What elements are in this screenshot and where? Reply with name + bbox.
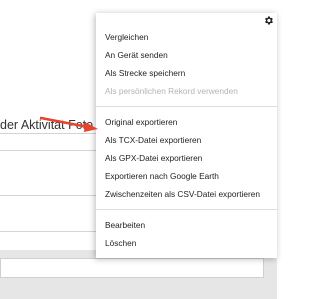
annotation-arrow-icon xyxy=(40,116,98,132)
menu-item-delete[interactable]: Löschen xyxy=(96,234,277,252)
menu-item-export-original[interactable]: Original exportieren xyxy=(96,113,277,131)
menu-item-export-google-earth[interactable]: Exportieren nach Google Earth xyxy=(96,167,277,185)
gear-icon[interactable] xyxy=(263,15,274,26)
comment-input[interactable] xyxy=(0,258,264,278)
divider xyxy=(0,195,96,196)
menu-item-export-tcx[interactable]: Als TCX-Datei exportieren xyxy=(96,131,277,149)
menu-item-edit[interactable]: Bearbeiten xyxy=(96,216,277,234)
menu-group-edit: Bearbeiten Löschen xyxy=(96,216,277,252)
menu-separator xyxy=(96,209,277,210)
menu-separator xyxy=(96,106,277,107)
menu-item-send-to-device[interactable]: An Gerät senden xyxy=(96,46,277,64)
menu-group-actions: Vergleichen An Gerät senden Als Strecke … xyxy=(96,28,277,100)
menu-item-export-splits-csv[interactable]: Zwischenzeiten als CSV-Datei exportieren xyxy=(96,185,277,203)
divider xyxy=(0,150,96,151)
menu-item-use-as-personal-record: Als persönlichen Rekord verwenden xyxy=(105,86,238,96)
activity-actions-menu: Vergleichen An Gerät senden Als Strecke … xyxy=(96,13,277,258)
menu-group-export: Original exportieren Als TCX-Datei expor… xyxy=(96,113,277,203)
menu-item-export-gpx[interactable]: Als GPX-Datei exportieren xyxy=(96,149,277,167)
menu-item-compare[interactable]: Vergleichen xyxy=(96,28,277,46)
menu-item-save-as-route[interactable]: Als Strecke speichern xyxy=(96,64,277,82)
divider xyxy=(0,231,96,232)
